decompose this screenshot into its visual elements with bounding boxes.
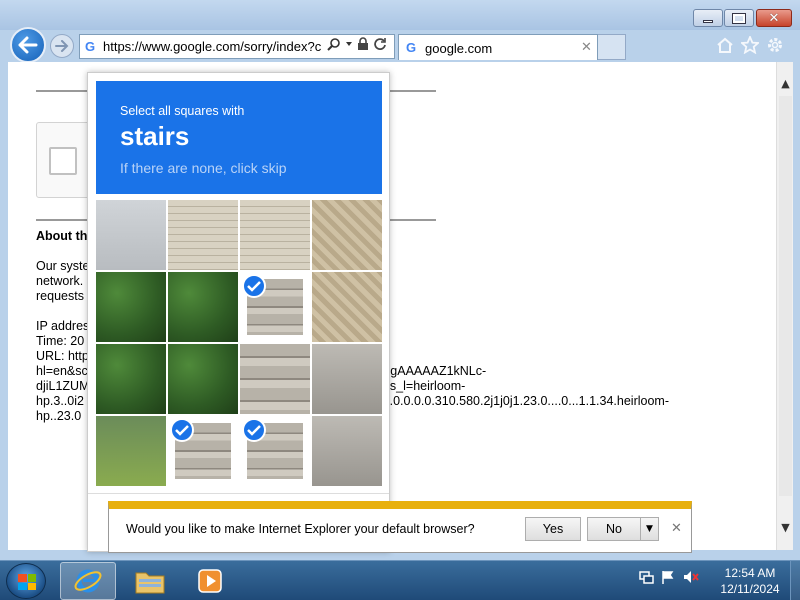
forward-arrow-icon xyxy=(55,40,69,52)
minimize-button[interactable] xyxy=(693,9,723,27)
captcha-tile[interactable] xyxy=(168,416,238,486)
captcha-challenge: Select all squares with stairs If there … xyxy=(87,72,390,552)
settings-gear-icon[interactable] xyxy=(766,36,784,54)
captcha-tile[interactable] xyxy=(312,272,382,342)
network-icon[interactable] xyxy=(638,569,654,585)
taskbar-media-player[interactable] xyxy=(182,562,238,600)
default-browser-notification: Would you like to make Internet Explorer… xyxy=(108,501,692,553)
new-tab-button[interactable] xyxy=(598,34,626,60)
windows-logo-icon xyxy=(18,574,36,590)
tile-image xyxy=(312,344,382,414)
title-bar: ✕ xyxy=(0,0,800,30)
captcha-tile[interactable] xyxy=(96,200,166,270)
captcha-tile[interactable] xyxy=(312,416,382,486)
captcha-tile[interactable] xyxy=(240,344,310,414)
volume-muted-icon[interactable] xyxy=(682,569,700,585)
captcha-tile[interactable] xyxy=(96,272,166,342)
folder-icon xyxy=(135,572,165,594)
address-url[interactable]: https://www.google.com/sorry/index?cor xyxy=(103,39,321,54)
no-button[interactable]: No ▼ xyxy=(587,517,659,541)
captcha-tile[interactable] xyxy=(168,200,238,270)
internet-explorer-icon xyxy=(74,569,102,593)
tile-image xyxy=(96,416,166,486)
checkmark-icon xyxy=(242,418,266,442)
minimize-icon xyxy=(703,19,713,23)
scrollbar-thumb[interactable] xyxy=(779,96,792,496)
media-player-icon xyxy=(198,569,222,593)
tile-image xyxy=(312,272,382,342)
tile-image xyxy=(96,272,166,342)
tab-title: google.com xyxy=(425,41,493,56)
notification-close-icon[interactable]: ✕ xyxy=(671,521,682,536)
yes-button[interactable]: Yes xyxy=(525,517,581,541)
image-grid xyxy=(96,200,382,486)
taskbar-internet-explorer[interactable] xyxy=(60,562,116,600)
challenge-instruction: Select all squares with xyxy=(120,104,245,118)
captcha-tile[interactable] xyxy=(96,344,166,414)
dropdown-arrow-icon[interactable]: ▼ xyxy=(640,518,658,540)
taskbar: 12:54 AM 12/11/2024 xyxy=(0,560,800,600)
notification-message: Would you like to make Internet Explorer… xyxy=(126,522,475,536)
show-desktop-button[interactable] xyxy=(790,561,800,600)
clock-date: 12/11/2024 xyxy=(720,582,780,596)
challenge-target: stairs xyxy=(120,121,190,151)
close-window-button[interactable]: ✕ xyxy=(756,9,792,27)
system-tray xyxy=(638,569,700,585)
start-button[interactable] xyxy=(6,563,46,599)
tile-image xyxy=(240,344,310,414)
challenge-footer-divider xyxy=(88,493,389,494)
tile-image xyxy=(240,200,310,270)
maximize-icon xyxy=(732,12,746,24)
back-button[interactable] xyxy=(10,27,46,63)
close-icon: ✕ xyxy=(768,10,780,26)
clock-time: 12:54 AM xyxy=(724,566,776,580)
no-button-label: No xyxy=(606,522,622,536)
scroll-up-icon[interactable]: ▲ xyxy=(779,76,792,91)
vertical-scrollbar[interactable]: ▲ ▼ xyxy=(776,62,793,550)
tab-google[interactable]: G google.com ✕ xyxy=(398,34,598,60)
refresh-icon[interactable] xyxy=(373,37,387,51)
dropdown-icon[interactable] xyxy=(345,40,353,48)
scroll-down-icon[interactable]: ▼ xyxy=(779,520,792,535)
lock-icon[interactable] xyxy=(357,37,369,51)
command-icons xyxy=(716,36,784,54)
captcha-tile[interactable] xyxy=(96,416,166,486)
captcha-tile[interactable] xyxy=(240,416,310,486)
tile-image xyxy=(96,344,166,414)
tile-image xyxy=(312,416,382,486)
clock[interactable]: 12:54 AM 12/11/2024 xyxy=(716,565,784,597)
tile-image xyxy=(168,200,238,270)
favorites-star-icon[interactable] xyxy=(741,36,759,54)
forward-button[interactable] xyxy=(50,34,74,58)
address-bar[interactable]: G https://www.google.com/sorry/index?cor xyxy=(79,34,395,59)
browser-window: ✕ G https://www.google.com/sorry/index?c… xyxy=(0,0,800,560)
address-tools xyxy=(327,37,387,51)
checkmark-icon xyxy=(170,418,194,442)
captcha-tile[interactable] xyxy=(312,344,382,414)
search-icon[interactable] xyxy=(327,37,341,51)
checkmark-icon xyxy=(242,274,266,298)
maximize-button[interactable] xyxy=(724,9,754,27)
tile-image xyxy=(312,200,382,270)
captcha-tile[interactable] xyxy=(168,272,238,342)
tile-image xyxy=(168,272,238,342)
home-icon[interactable] xyxy=(716,36,734,54)
challenge-header: Select all squares with stairs If there … xyxy=(96,81,382,194)
captcha-tile[interactable] xyxy=(312,200,382,270)
captcha-tile[interactable] xyxy=(240,272,310,342)
google-favicon-icon: G xyxy=(406,40,417,55)
challenge-hint: If there are none, click skip xyxy=(120,160,287,176)
action-center-flag-icon[interactable] xyxy=(660,569,676,585)
google-favicon-icon: G xyxy=(85,39,96,54)
tile-image xyxy=(168,344,238,414)
back-arrow-icon xyxy=(18,36,38,54)
tab-close-icon[interactable]: ✕ xyxy=(581,40,592,55)
recaptcha-checkbox[interactable] xyxy=(49,147,77,175)
captcha-tile[interactable] xyxy=(168,344,238,414)
tile-image xyxy=(96,200,166,270)
taskbar-file-explorer[interactable] xyxy=(122,562,178,600)
captcha-tile[interactable] xyxy=(240,200,310,270)
